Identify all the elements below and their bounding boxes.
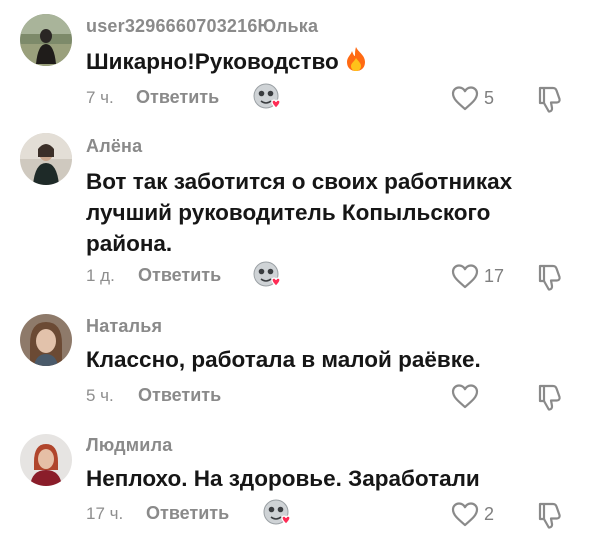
comment-meta: 5 ч. Ответить: [86, 382, 576, 412]
thumbs-down-icon[interactable]: [536, 382, 564, 412]
reply-button[interactable]: Ответить: [146, 503, 229, 524]
comment-meta: 17 ч. Ответить 2: [86, 498, 576, 530]
thumbs-down-icon[interactable]: [536, 262, 564, 292]
reply-button[interactable]: Ответить: [138, 265, 221, 286]
creator-liked-avatar-icon: [252, 260, 284, 292]
comment-username[interactable]: user3296660703216Юлька: [86, 16, 318, 37]
comment-username[interactable]: Наталья: [86, 316, 162, 337]
comment-username[interactable]: Алёна: [86, 136, 142, 157]
thumbs-down-icon[interactable]: [536, 500, 564, 530]
fire-icon: [345, 46, 367, 80]
comment-username[interactable]: Людмила: [86, 435, 172, 456]
comment-time: 5 ч.: [86, 386, 114, 405]
comment-time: 1 д.: [86, 266, 115, 285]
comment-text-content: Шикарно!Руководство: [86, 49, 339, 74]
comment-time: 17 ч.: [86, 504, 124, 523]
heart-outline-icon: [451, 502, 479, 527]
heart-outline-icon: [451, 264, 479, 289]
comment-meta: 7 ч. Ответить 5: [86, 82, 576, 114]
thumbs-down-icon[interactable]: [536, 84, 564, 114]
comment-time: 7 ч.: [86, 88, 114, 107]
avatar[interactable]: [20, 314, 72, 366]
avatar[interactable]: [20, 133, 72, 185]
creator-liked-avatar-icon: [252, 82, 284, 114]
comment-text: Вот так заботится о своих работниках луч…: [86, 169, 513, 256]
like-count: 2: [484, 504, 495, 524]
avatar[interactable]: [20, 434, 72, 486]
comments-list: user3296660703216Юлька Шикарно!Руководст…: [0, 0, 590, 533]
comment-meta: 1 д. Ответить 17: [86, 260, 576, 292]
reply-button[interactable]: Ответить: [136, 87, 219, 108]
heart-outline-icon: [451, 86, 479, 111]
comment-text: Классно, работала в малой раёвке.: [86, 347, 481, 372]
like-count: 5: [484, 88, 495, 108]
comment-text: Шикарно!Руководство: [86, 46, 556, 80]
comment-text: Неплохо. На здоровье. Заработали: [86, 466, 480, 491]
avatar[interactable]: [20, 14, 72, 66]
heart-outline-icon: [451, 384, 479, 409]
creator-liked-avatar-icon: [262, 498, 294, 530]
like-count: 17: [484, 266, 505, 286]
reply-button[interactable]: Ответить: [138, 385, 221, 406]
